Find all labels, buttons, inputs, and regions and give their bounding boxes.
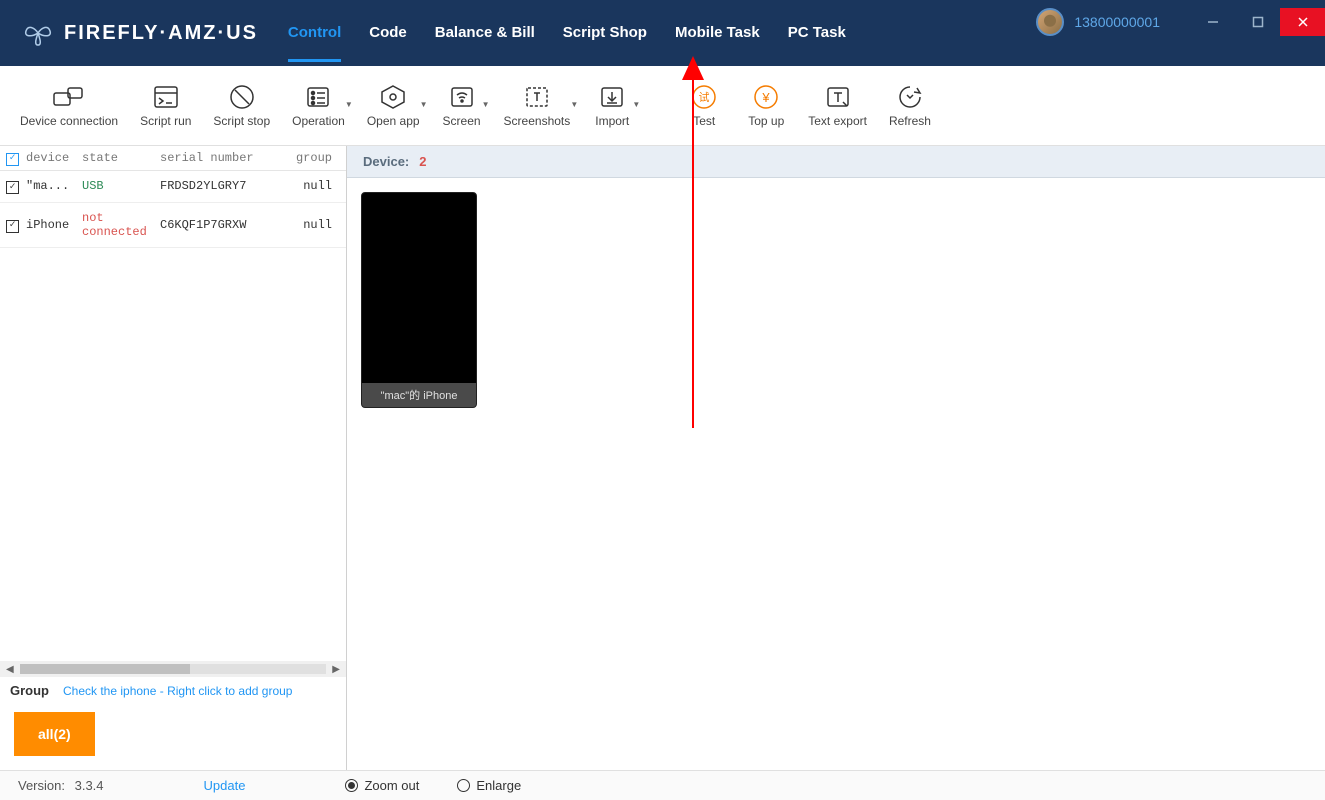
status-bar: Version: 3.3.4 Update Zoom out Enlarge	[0, 770, 1325, 800]
nav-control[interactable]: Control	[288, 4, 341, 62]
refresh-icon	[892, 84, 928, 110]
toolbar: Device connection Script run Script stop…	[0, 66, 1325, 146]
select-all-checkbox[interactable]	[6, 153, 19, 166]
open-app-icon	[375, 84, 411, 110]
app-header: FIREFLY·AMZ·US Control Code Balance & Bi…	[0, 0, 1325, 66]
col-group: group	[282, 151, 332, 165]
main-area: device state serial number group "ma... …	[0, 146, 1325, 770]
tool-refresh[interactable]: Refresh	[879, 78, 941, 134]
zoom-out-option[interactable]: Zoom out	[345, 778, 419, 793]
enlarge-label: Enlarge	[476, 778, 521, 793]
group-chips: all(2)	[0, 704, 346, 770]
device-sidebar: device state serial number group "ma... …	[0, 146, 347, 770]
device-checkbox[interactable]	[6, 220, 19, 233]
device-row[interactable]: iPhone not connected C6KQF1P7GRXW null	[0, 203, 346, 248]
import-icon	[594, 84, 630, 110]
dropdown-caret-icon: ▼	[420, 100, 428, 109]
update-link[interactable]: Update	[204, 778, 246, 793]
app-logo: FIREFLY·AMZ·US	[20, 15, 258, 51]
group-chip-all[interactable]: all(2)	[14, 712, 95, 756]
group-label: Group	[10, 683, 49, 698]
device-name: "ma...	[26, 179, 82, 193]
dropdown-caret-icon: ▼	[570, 100, 578, 109]
group-hint: Check the iphone - Right click to add gr…	[63, 684, 292, 698]
screen-icon	[444, 84, 480, 110]
tool-script-run[interactable]: Script run	[130, 78, 201, 134]
svg-text:¥: ¥	[762, 90, 771, 105]
device-group: null	[282, 179, 332, 193]
content-pane: Device: 2 "mac"的 iPhone	[347, 146, 1325, 770]
user-avatar[interactable]	[1036, 8, 1064, 36]
tool-script-stop[interactable]: Script stop	[203, 78, 280, 134]
top-nav: Control Code Balance & Bill Script Shop …	[288, 4, 846, 62]
device-preview-card[interactable]: "mac"的 iPhone	[361, 192, 477, 408]
top-up-icon: ¥	[748, 84, 784, 110]
script-run-icon	[148, 84, 184, 110]
device-serial: C6KQF1P7GRXW	[160, 218, 282, 232]
device-table: device state serial number group "ma... …	[0, 146, 346, 248]
version-value: 3.3.4	[75, 778, 104, 793]
operation-icon	[300, 84, 336, 110]
device-checkbox[interactable]	[6, 181, 19, 194]
minimize-button[interactable]	[1190, 8, 1235, 36]
device-row[interactable]: "ma... USB FRDSD2YLGRY7 null	[0, 171, 346, 204]
tool-device-connection[interactable]: Device connection	[10, 78, 128, 134]
device-serial: FRDSD2YLGRY7	[160, 179, 282, 193]
tool-top-up[interactable]: ¥ Top up	[736, 78, 796, 134]
enlarge-option[interactable]: Enlarge	[457, 778, 521, 793]
radio-off-icon	[457, 779, 470, 792]
device-preview-caption: "mac"的 iPhone	[362, 383, 476, 407]
device-group: null	[282, 218, 332, 232]
device-count-value: 2	[419, 154, 426, 169]
device-preview-screen	[362, 193, 476, 383]
device-state: USB	[82, 179, 160, 193]
close-button[interactable]	[1280, 8, 1325, 36]
nav-balance-bill[interactable]: Balance & Bill	[435, 4, 535, 62]
tool-operation[interactable]: Operation ▼	[282, 78, 355, 134]
device-count-label: Device:	[363, 154, 409, 169]
device-state: not connected	[82, 211, 160, 239]
version-info: Version: 3.3.4	[18, 778, 104, 793]
zoom-out-label: Zoom out	[364, 778, 419, 793]
dropdown-caret-icon: ▼	[345, 100, 353, 109]
tool-screenshots[interactable]: Screenshots ▼	[494, 78, 581, 134]
dropdown-caret-icon: ▼	[482, 100, 490, 109]
header-right: 13800000001	[1036, 0, 1325, 44]
scroll-right-icon[interactable]: ▶	[330, 664, 342, 675]
horizontal-scrollbar[interactable]: ◀ ▶	[0, 661, 346, 677]
nav-mobile-task[interactable]: Mobile Task	[675, 4, 760, 62]
tool-text-export[interactable]: Text export	[798, 78, 877, 134]
svg-text:试: 试	[699, 91, 710, 104]
text-export-icon	[820, 84, 856, 110]
device-name: iPhone	[26, 218, 82, 232]
radio-on-icon	[345, 779, 358, 792]
nav-pc-task[interactable]: PC Task	[788, 4, 846, 62]
maximize-button[interactable]	[1235, 8, 1280, 36]
content-header: Device: 2	[347, 146, 1325, 178]
device-connection-icon	[51, 84, 87, 110]
scroll-thumb[interactable]	[20, 664, 190, 674]
group-bar: Group Check the iphone - Right click to …	[0, 677, 346, 704]
nav-script-shop[interactable]: Script Shop	[563, 4, 647, 62]
tool-test[interactable]: 试 Test	[674, 78, 734, 134]
device-preview-area: "mac"的 iPhone	[347, 178, 1325, 770]
device-table-header: device state serial number group	[0, 146, 346, 171]
col-state: state	[82, 151, 160, 165]
script-stop-icon	[224, 84, 260, 110]
brand-text: FIREFLY·AMZ·US	[64, 22, 258, 45]
scroll-track[interactable]	[20, 664, 327, 674]
tool-screen[interactable]: Screen ▼	[432, 78, 492, 134]
col-device: device	[26, 151, 82, 165]
firefly-icon	[20, 15, 56, 51]
screenshots-icon	[519, 84, 555, 110]
nav-code[interactable]: Code	[369, 4, 407, 62]
user-phone[interactable]: 13800000001	[1074, 14, 1160, 30]
tool-import[interactable]: Import ▼	[582, 78, 642, 134]
tool-open-app[interactable]: Open app ▼	[357, 78, 430, 134]
scroll-left-icon[interactable]: ◀	[4, 664, 16, 675]
col-serial: serial number	[160, 151, 282, 165]
test-icon: 试	[686, 84, 722, 110]
dropdown-caret-icon: ▼	[632, 100, 640, 109]
